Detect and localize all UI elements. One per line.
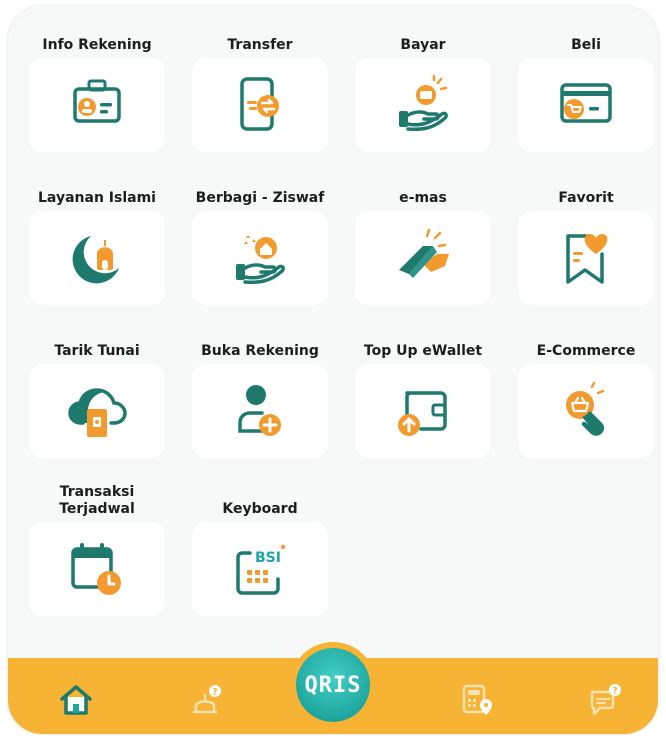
menu-label: e-mas <box>399 190 447 206</box>
nav-help-button[interactable]: ? <box>586 680 626 720</box>
menu-e-mas[interactable]: e-mas <box>355 190 491 305</box>
menu-bayar[interactable]: Bayar <box>355 37 491 152</box>
menu-favorit[interactable]: Favorit <box>518 190 654 305</box>
home-icon <box>60 685 92 715</box>
qris-label: QRIS <box>304 672 362 698</box>
wallet-topup-icon <box>398 391 447 436</box>
menu-tile[interactable]: BSI <box>192 522 328 616</box>
menu-tile[interactable] <box>355 364 491 458</box>
menu-tile[interactable] <box>518 58 654 152</box>
calculator-pin-icon <box>462 684 492 715</box>
svg-text:?: ? <box>212 688 217 698</box>
svg-text:?: ? <box>612 687 617 697</box>
nav-islami-button[interactable]: ? <box>186 680 226 720</box>
menu-tile[interactable] <box>29 211 165 305</box>
menu-label: Buka Rekening <box>201 343 319 359</box>
qris-button[interactable]: QRIS <box>296 648 370 722</box>
cart-card-icon <box>560 83 612 123</box>
keyboard-icon: BSI <box>236 544 286 595</box>
menu-e-commerce[interactable]: E-Commerce <box>518 343 654 458</box>
chat-help-icon: ? <box>590 684 621 716</box>
cloud-atm-icon <box>68 388 127 437</box>
menu-tile[interactable] <box>29 522 165 616</box>
bookmark-heart-icon <box>566 234 608 284</box>
nav-home-button[interactable] <box>56 680 96 720</box>
menu-label: Top Up eWallet <box>363 343 483 359</box>
menu-label: E-Commerce <box>536 343 636 359</box>
gold-bar-icon <box>399 228 449 278</box>
bottom-nav: ? QRIS ? <box>8 642 658 734</box>
phone-transfer-icon <box>240 77 279 131</box>
hand-card-icon <box>399 75 448 132</box>
menu-info-rekening[interactable]: Info Rekening <box>29 37 165 152</box>
menu-tile[interactable] <box>518 364 654 458</box>
menu-label: Favorit <box>558 190 614 206</box>
menu-label: Bayar <box>400 37 446 53</box>
menu-tile[interactable] <box>518 211 654 305</box>
keyboard-badge: BSI <box>255 550 281 566</box>
menu-tarik-tunai[interactable]: Tarik Tunai <box>29 343 165 458</box>
menu-label: Keyboard <box>222 501 298 517</box>
menu-transaksi-terjadwal[interactable]: Transaksi Terjadwal <box>29 484 165 616</box>
menu-beli[interactable]: Beli <box>518 37 654 152</box>
menu-keyboard[interactable]: Keyboard BSI <box>192 501 328 616</box>
menu-layanan-islami[interactable]: Layanan Islami <box>29 190 165 305</box>
menu-tile[interactable] <box>192 364 328 458</box>
id-card-icon <box>73 79 121 123</box>
basket-tap-icon <box>566 381 605 436</box>
menu-label: Transfer <box>227 37 293 53</box>
menu-tile[interactable] <box>192 58 328 152</box>
menu-label: Layanan Islami <box>38 190 156 206</box>
app-screen: Info Rekening Transfer Bayar Beli Layana… <box>8 6 658 734</box>
menu-grid: Info Rekening Transfer Bayar Beli Layana… <box>8 6 658 656</box>
menu-tile[interactable] <box>192 211 328 305</box>
hand-house-icon <box>236 235 285 285</box>
menu-label: Beli <box>571 37 601 53</box>
qris-ring: QRIS <box>290 642 376 728</box>
user-add-icon <box>238 385 281 436</box>
menu-label: Berbagi - Ziswaf <box>195 190 325 206</box>
menu-transfer[interactable]: Transfer <box>192 37 328 152</box>
menu-buka-rekening[interactable]: Buka Rekening <box>192 343 328 458</box>
menu-label: Transaksi Terjadwal <box>59 484 135 517</box>
menu-label: Info Rekening <box>42 37 152 53</box>
menu-tile[interactable] <box>29 364 165 458</box>
mosque-crescent-icon <box>72 236 119 284</box>
mosque-icon: ? <box>192 685 221 714</box>
calendar-clock-icon <box>71 543 121 595</box>
menu-berbagi-ziswaf[interactable]: Berbagi - Ziswaf <box>192 190 328 305</box>
menu-tile[interactable] <box>355 211 491 305</box>
menu-tile[interactable] <box>29 58 165 152</box>
nav-calculator-button[interactable] <box>456 680 496 720</box>
menu-top-up-ewallet[interactable]: Top Up eWallet <box>355 343 491 458</box>
menu-label: Tarik Tunai <box>54 343 140 359</box>
menu-tile[interactable] <box>355 58 491 152</box>
